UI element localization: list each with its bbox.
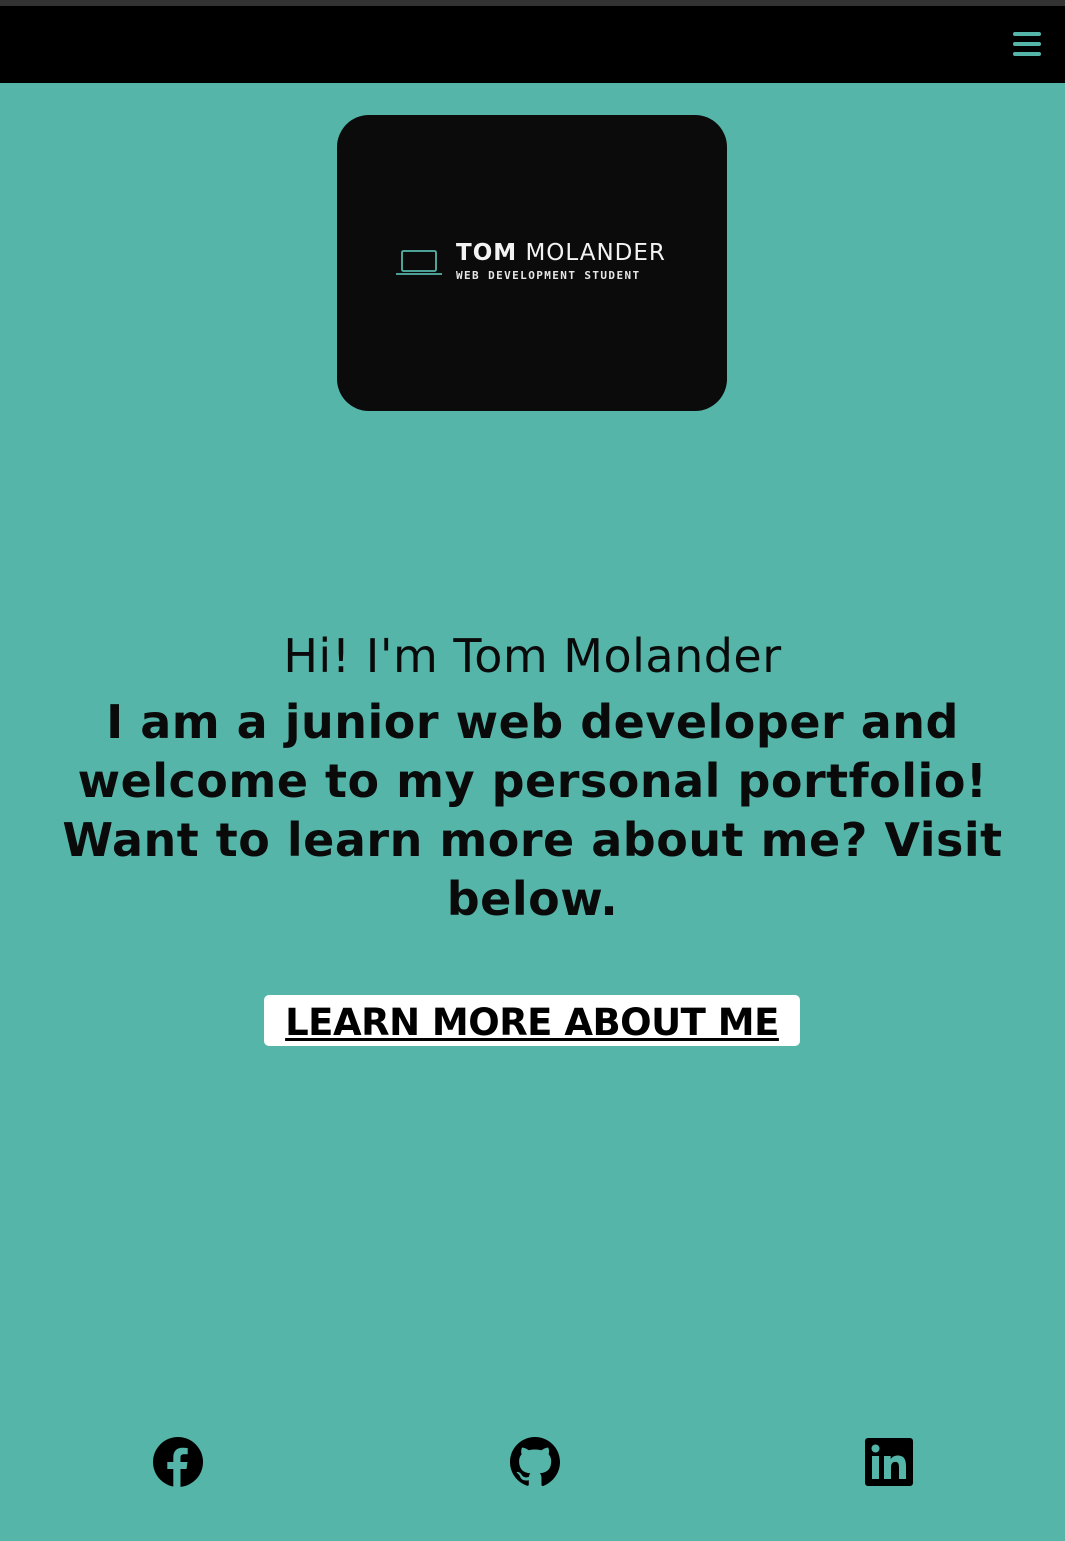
logo-card: TOM MOLANDER WEB DEVELOPMENT STUDENT	[337, 115, 727, 411]
laptop-icon	[396, 250, 442, 275]
hero-text: I am a junior web developer and welcome …	[62, 695, 1003, 926]
github-link[interactable]	[509, 1436, 561, 1488]
menu-bar-middle	[1013, 42, 1041, 46]
facebook-icon	[153, 1437, 203, 1487]
linkedin-link[interactable]	[863, 1436, 915, 1488]
logo-name: TOM MOLANDER	[456, 240, 666, 266]
facebook-link[interactable]	[152, 1436, 204, 1488]
github-icon	[510, 1437, 560, 1487]
hero-title: Hi! I'm Tom Molander	[283, 629, 782, 683]
logo-name-last: MOLANDER	[525, 240, 666, 266]
logo-name-first: TOM	[456, 240, 518, 266]
hamburger-menu-icon[interactable]	[1013, 32, 1041, 58]
menu-bar-bottom	[1013, 52, 1041, 56]
linkedin-icon	[865, 1438, 913, 1486]
menu-bar-top	[1013, 32, 1041, 36]
logo-subtitle: WEB DEVELOPMENT STUDENT	[456, 269, 641, 282]
hero-section: Hi! I'm Tom Molander I am a junior web d…	[0, 625, 1065, 929]
navbar	[0, 6, 1065, 83]
learn-more-button[interactable]: LEARN MORE ABOUT ME	[264, 995, 800, 1046]
